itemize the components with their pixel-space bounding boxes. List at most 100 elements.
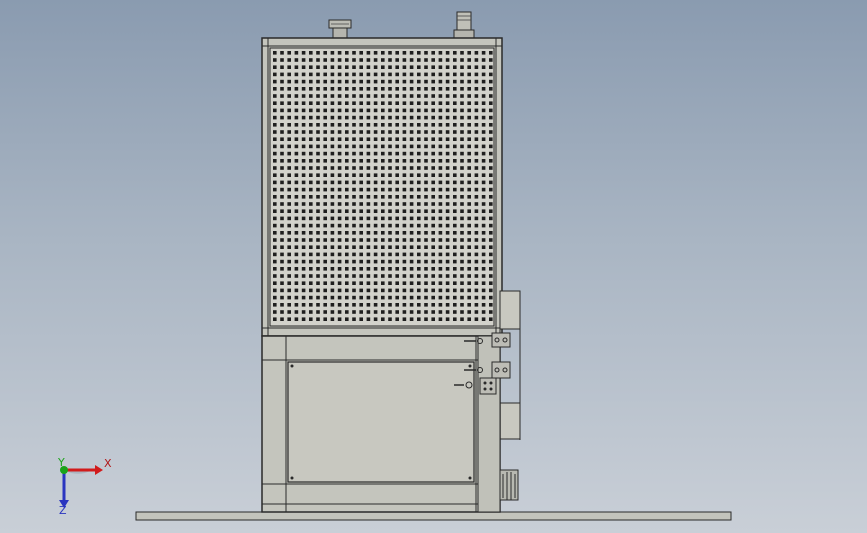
mesh-hole [474,144,479,149]
mesh-hole [474,123,479,127]
mesh-hole [424,101,428,105]
mesh-hole [424,195,428,199]
mesh-hole [431,223,435,228]
mesh-hole [417,259,421,264]
mesh-hole [489,209,493,213]
mesh-hole [323,137,327,141]
mesh-hole [460,303,464,307]
mesh-hole [489,173,493,177]
mesh-hole [337,187,342,192]
mesh-hole [438,209,443,213]
mesh-hole [309,65,313,69]
mesh-hole [474,231,479,235]
mesh-hole [467,259,471,264]
mesh-hole [373,51,378,55]
mesh-hole [431,252,435,257]
mesh-hole [366,51,371,55]
mesh-hole [395,223,399,228]
mesh-hole [388,288,392,293]
mesh-hole [330,231,335,235]
mesh-hole [373,108,378,113]
mesh-hole [402,180,407,185]
mesh-hole [381,216,385,221]
mesh-hole [388,173,392,177]
mesh-hole [337,94,342,98]
mesh-hole [301,223,306,228]
mesh-hole [323,274,327,278]
mesh-hole [453,94,457,98]
mesh-hole [489,65,493,69]
mesh-hole [431,130,435,134]
mesh-hole [431,51,435,55]
mesh-hole [330,108,335,113]
mesh-hole [438,238,443,242]
mesh-hole [373,195,378,199]
mesh-hole [431,317,435,321]
mesh-hole [309,137,313,141]
mesh-hole [280,137,284,141]
mesh-hole [280,209,284,213]
mesh-hole [453,274,457,278]
mesh-hole [352,51,356,55]
mesh-hole [294,79,299,84]
coordinate-triad: X Y Z [57,456,112,517]
mesh-hole [301,295,306,300]
mesh-hole [337,159,342,163]
mesh-hole [381,245,385,249]
mesh-hole [301,58,306,62]
cad-viewport[interactable]: X Y Z [0,0,867,533]
mesh-hole [381,281,385,285]
mesh-hole [489,101,493,105]
mesh-hole [467,295,471,300]
mesh-hole [489,166,493,170]
mesh-hole [330,130,335,134]
mesh-hole [359,259,363,264]
mesh-hole [359,79,363,84]
mesh-hole [323,72,327,77]
mesh-hole [273,180,277,185]
mesh-hole [280,79,284,84]
mesh-hole [402,317,407,321]
mesh-hole [287,259,291,264]
mesh-hole [467,144,471,149]
mesh-hole [359,267,363,271]
mesh-hole [316,317,320,321]
mesh-hole [280,303,284,307]
mesh-hole [417,317,421,321]
mesh-hole [337,288,342,293]
mesh-hole [330,195,335,199]
mesh-hole [366,245,371,249]
mesh-hole [409,159,414,163]
mesh-hole [460,58,464,62]
mesh-hole [453,310,457,314]
mesh-hole [352,209,356,213]
mesh-hole [345,72,349,77]
mesh-hole [460,267,464,271]
mesh-hole [280,238,284,242]
mesh-hole [388,187,392,192]
mesh-hole [337,166,342,170]
mesh-hole [280,166,284,170]
mesh-hole [316,58,320,62]
mesh-hole [323,151,327,156]
mesh-hole [316,202,320,206]
mesh-hole [438,195,443,199]
mesh-hole [301,159,306,163]
mesh-hole [323,180,327,185]
mesh-hole [467,130,471,134]
mesh-hole [424,58,428,62]
mesh-hole [280,51,284,55]
mesh-hole [294,151,299,156]
mesh-hole [438,288,443,293]
connector-block-2 [491,361,511,379]
mesh-hole [309,231,313,235]
mesh-hole [373,180,378,185]
mesh-hole [280,180,284,185]
mesh-hole [287,130,291,134]
mesh-hole [402,274,407,278]
mesh-hole [287,108,291,113]
mesh-hole [294,130,299,134]
mesh-hole [460,259,464,264]
mesh-hole [316,51,320,55]
mesh-hole [453,288,457,293]
